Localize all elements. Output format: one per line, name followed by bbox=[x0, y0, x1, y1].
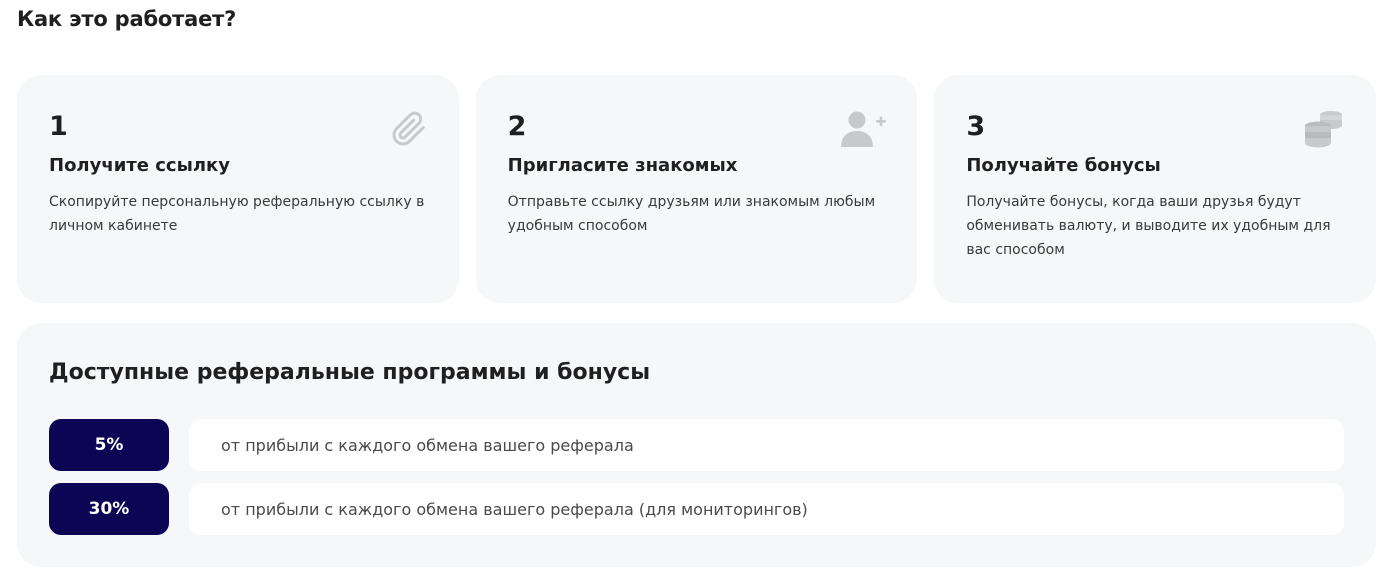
program-description: от прибыли с каждого обмена вашего рефер… bbox=[189, 483, 1344, 535]
step-title: Получите ссылку bbox=[49, 155, 230, 176]
program-row-30: 30% от прибыли с каждого обмена вашего р… bbox=[49, 483, 1344, 535]
step-number: 3 bbox=[966, 111, 986, 142]
step-number: 1 bbox=[49, 111, 68, 142]
paperclip-icon bbox=[389, 109, 429, 149]
step-number: 2 bbox=[507, 111, 527, 142]
coins-icon bbox=[1302, 109, 1346, 149]
steps-section: 1 Получите ссылку Скопируйте персональну… bbox=[17, 75, 1377, 303]
step-title: Пригласите знакомых bbox=[507, 155, 738, 176]
program-row-5: 5% от прибыли с каждого обмена вашего ре… bbox=[49, 419, 1344, 471]
step-card-3: 3 Получайте бонусы Получайте бонусы, ког… bbox=[934, 75, 1377, 303]
step-text: Скопируйте персональную реферальную ссыл… bbox=[49, 194, 425, 234]
programs-title: Доступные реферальные программы и бонусы bbox=[49, 360, 651, 385]
page-title: Как это работает? bbox=[17, 7, 237, 31]
program-description: от прибыли с каждого обмена вашего рефер… bbox=[189, 419, 1344, 471]
add-user-icon bbox=[839, 109, 889, 149]
step-text: Отправьте ссылку друзьям или знакомым лю… bbox=[507, 194, 876, 234]
step-card-2: 2 Пригласите знакомых Отправьте ссылку д… bbox=[475, 75, 918, 303]
percent-badge: 30% bbox=[49, 483, 169, 535]
step-text: Получайте бонусы, когда ваши друзья буду… bbox=[966, 194, 1331, 258]
step-card-1: 1 Получите ссылку Скопируйте персональну… bbox=[17, 75, 459, 303]
percent-badge: 5% bbox=[49, 419, 169, 471]
referral-programs-section: Доступные реферальные программы и бонусы… bbox=[17, 323, 1376, 567]
program-list: 5% от прибыли с каждого обмена вашего ре… bbox=[49, 419, 1344, 535]
step-title: Получайте бонусы bbox=[966, 155, 1161, 176]
